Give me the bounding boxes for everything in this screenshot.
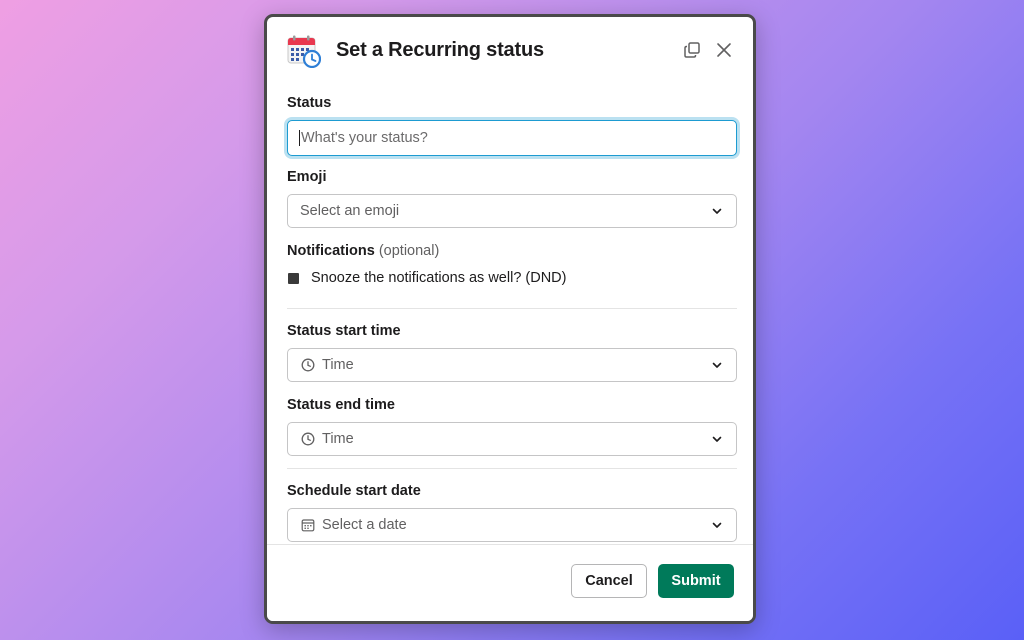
submit-button[interactable]: Submit xyxy=(658,564,734,598)
emoji-label: Emoji xyxy=(287,169,327,185)
section-divider xyxy=(287,468,737,469)
clock-icon xyxy=(300,357,316,373)
chevron-down-icon xyxy=(710,358,724,372)
dnd-checkbox-label: Snooze the notifications as well? (DND) xyxy=(311,270,567,286)
optional-hint: (optional) xyxy=(378,243,440,259)
close-icon xyxy=(717,43,731,57)
dnd-checkbox[interactable] xyxy=(288,272,299,284)
copy-button[interactable] xyxy=(681,39,703,61)
chevron-down-icon xyxy=(710,204,724,218)
calendar-clock-icon xyxy=(287,35,321,68)
status-input[interactable] xyxy=(299,130,724,146)
status-input-wrapper[interactable] xyxy=(287,120,737,156)
emoji-select[interactable]: Select an emoji xyxy=(287,194,737,228)
calendar-icon xyxy=(300,517,316,533)
section-divider xyxy=(287,308,737,309)
chevron-down-icon xyxy=(710,432,724,446)
schedule-date-placeholder: Select a date xyxy=(322,517,407,533)
cancel-button[interactable]: Cancel xyxy=(571,564,647,598)
chevron-down-icon xyxy=(710,518,724,532)
emoji-select-placeholder: Select an emoji xyxy=(300,203,400,219)
notifications-label-text: Notifications xyxy=(287,243,375,259)
end-time-label: Status end time xyxy=(287,397,395,413)
modal-footer: Cancel Submit xyxy=(267,544,753,621)
clock-icon xyxy=(300,431,316,447)
start-time-select[interactable]: Time xyxy=(287,348,737,382)
notifications-label: Notifications (optional) xyxy=(287,243,439,259)
end-time-placeholder: Time xyxy=(322,431,354,447)
status-label: Status xyxy=(287,95,332,111)
start-time-placeholder: Time xyxy=(322,357,354,373)
modal-header: Set a Recurring status xyxy=(267,17,753,89)
copy-icon xyxy=(684,42,700,58)
end-time-select[interactable]: Time xyxy=(287,422,737,456)
modal-title: Set a Recurring status xyxy=(336,39,544,61)
recurring-status-modal: Set a Recurring status Status Emoji Sele… xyxy=(264,14,756,624)
start-time-label: Status start time xyxy=(287,323,401,339)
dnd-checkbox-row[interactable]: Snooze the notifications as well? (DND) xyxy=(287,270,566,286)
schedule-date-picker[interactable]: Select a date xyxy=(287,508,737,542)
schedule-date-label: Schedule start date xyxy=(287,483,421,499)
close-button[interactable] xyxy=(713,39,735,61)
